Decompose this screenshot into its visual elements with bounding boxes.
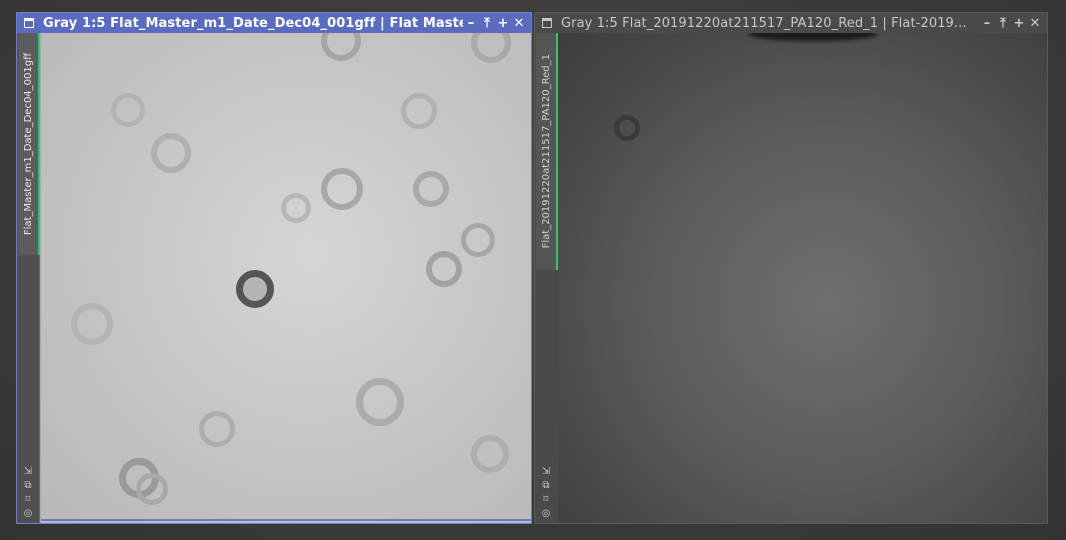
window-title: Gray 1:5 Flat_Master_m1_Date_Dec04_001gf… — [43, 15, 463, 31]
dust-donut — [413, 171, 449, 207]
view-identifier-tab[interactable]: Flat_Master_m1_Date_Dec04_001gff — [18, 33, 40, 255]
window-titlebar[interactable]: Gray 1:5 Flat_Master_m1_Date_Dec04_001gf… — [17, 13, 531, 33]
dust-donut — [236, 270, 274, 308]
dust-donut — [471, 435, 509, 473]
window-titlebar[interactable]: Gray 1:5 Flat_20191220at211517_PA120_Red… — [535, 13, 1047, 33]
dust-donut — [321, 168, 363, 210]
canvas-bottom-border — [41, 519, 531, 521]
target-icon[interactable]: ◎ — [539, 507, 553, 521]
view-sidebar: Flat_Master_m1_Date_Dec04_001gff ⇲ ⧉ ⌑ ◎ — [17, 33, 40, 523]
shade-button[interactable]: – — [463, 15, 479, 31]
vignette-shadow — [748, 33, 878, 41]
dust-donut — [426, 251, 462, 287]
dust-donut — [281, 193, 311, 223]
dust-donut — [471, 33, 511, 63]
dust-donut — [401, 93, 437, 129]
window-title: Gray 1:5 Flat_20191220at211517_PA120_Red… — [561, 15, 967, 31]
close-button[interactable]: ✕ — [511, 15, 527, 31]
resize-icon[interactable]: ⇲ — [539, 465, 553, 479]
clone-view-icon[interactable]: ⧉ — [21, 479, 35, 493]
dust-donut — [136, 473, 168, 505]
dust-donut — [111, 93, 145, 127]
dust-donut — [614, 115, 640, 141]
maximize-button[interactable]: ⤒ — [995, 15, 1011, 31]
image-canvas[interactable] — [40, 33, 531, 523]
window-icon[interactable] — [24, 18, 34, 28]
dust-donut — [199, 411, 235, 447]
view-sidebar: Flat_20191220at211517_PA120_Red_1 ⇲ ⧉ ⌑ … — [535, 33, 558, 523]
image-window-flat-master[interactable]: Gray 1:5 Flat_Master_m1_Date_Dec04_001gf… — [16, 12, 532, 524]
shade-button[interactable]: – — [979, 15, 995, 31]
maximize-button[interactable]: ⤒ — [479, 15, 495, 31]
view-identifier-tab[interactable]: Flat_20191220at211517_PA120_Red_1 — [536, 33, 558, 270]
dust-donut — [356, 378, 404, 426]
resize-icon[interactable]: ⇲ — [21, 465, 35, 479]
pin-button[interactable]: + — [1011, 15, 1027, 31]
dust-donut — [71, 303, 113, 345]
pin-button[interactable]: + — [495, 15, 511, 31]
view-identifier-label: Flat_Master_m1_Date_Dec04_001gff — [22, 52, 34, 236]
dust-donut — [151, 133, 191, 173]
image-canvas[interactable] — [558, 33, 1047, 523]
target-icon[interactable]: ◎ — [21, 507, 35, 521]
clone-view-icon[interactable]: ⧉ — [539, 479, 553, 493]
view-identifier-label: Flat_20191220at211517_PA120_Red_1 — [540, 54, 552, 249]
close-button[interactable]: ✕ — [1027, 15, 1043, 31]
window-icon[interactable] — [542, 18, 552, 28]
dust-donut — [321, 33, 361, 61]
crop-icon[interactable]: ⌑ — [539, 493, 553, 507]
image-window-flat-red[interactable]: Gray 1:5 Flat_20191220at211517_PA120_Red… — [534, 12, 1048, 524]
dust-donut — [461, 223, 495, 257]
crop-icon[interactable]: ⌑ — [21, 493, 35, 507]
